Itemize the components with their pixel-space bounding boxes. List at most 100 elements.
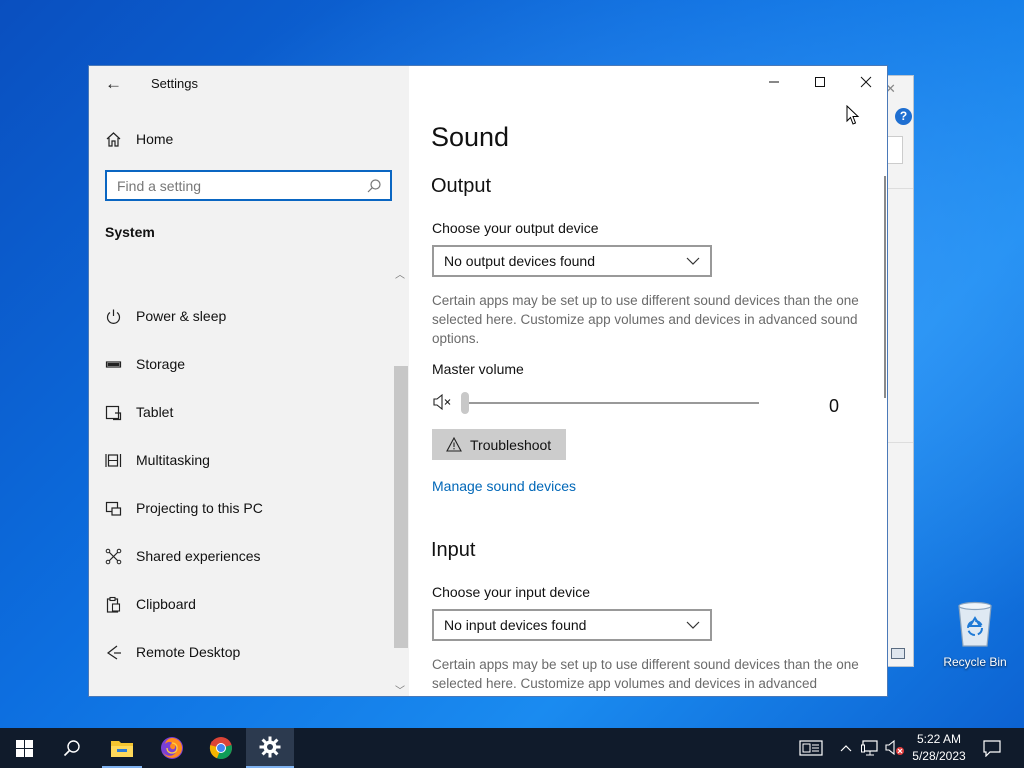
taskbar-chrome[interactable] bbox=[197, 728, 245, 768]
chrome-icon bbox=[209, 737, 232, 760]
troubleshoot-button[interactable]: Troubleshoot bbox=[432, 429, 566, 460]
sidebar-item-shared-experiences[interactable]: Shared experiences bbox=[105, 532, 263, 580]
taskbar-firefox[interactable] bbox=[148, 728, 196, 768]
warning-icon bbox=[446, 437, 462, 452]
input-device-dropdown[interactable]: No input devices found bbox=[432, 609, 712, 641]
scroll-down-icon[interactable]: ﹀ bbox=[395, 682, 405, 696]
maximize-button[interactable] bbox=[805, 72, 835, 92]
volume-status[interactable] bbox=[884, 738, 906, 758]
storage-icon bbox=[105, 360, 122, 368]
minimize-button[interactable] bbox=[759, 72, 789, 92]
volume-value: 0 bbox=[829, 396, 840, 416]
sidebar-item-clipboard[interactable]: Clipboard bbox=[105, 580, 263, 628]
volume-muted-icon bbox=[885, 739, 904, 756]
sidebar-item-label: Tablet bbox=[136, 404, 174, 420]
master-volume-label: Master volume bbox=[432, 361, 524, 377]
taskbar-clock[interactable]: 5:22 AM 5/28/2023 bbox=[908, 731, 970, 765]
close-icon bbox=[860, 76, 872, 88]
home-label: Home bbox=[136, 131, 174, 147]
sidebar-item-projecting[interactable]: Projecting to this PC bbox=[105, 484, 263, 532]
sidebar-item-label: Power & sleep bbox=[136, 308, 227, 324]
help-icon[interactable]: ? bbox=[895, 108, 912, 125]
mouse-cursor-icon bbox=[846, 105, 860, 125]
section-title: System bbox=[105, 224, 155, 240]
app-title: Settings bbox=[151, 76, 198, 91]
news-widget-button[interactable] bbox=[797, 738, 825, 758]
sidebar-item-home[interactable]: Home bbox=[105, 128, 173, 150]
show-hidden-icons-button[interactable] bbox=[838, 738, 854, 758]
sidebar-item-label: Multitasking bbox=[136, 452, 210, 468]
sidebar-scrollbar[interactable] bbox=[394, 366, 408, 648]
input-device-label: Choose your input device bbox=[432, 584, 590, 600]
search-icon bbox=[63, 740, 80, 757]
start-icon bbox=[15, 739, 33, 757]
output-heading: Output bbox=[431, 175, 492, 197]
taskbar-search-button[interactable] bbox=[48, 728, 96, 768]
chevron-down-icon bbox=[686, 257, 700, 265]
sidebar-item-remote-desktop[interactable]: Remote Desktop bbox=[105, 628, 263, 676]
volume-slider-track[interactable] bbox=[464, 402, 759, 404]
tablet-icon bbox=[105, 405, 122, 420]
chevron-up-icon bbox=[840, 745, 852, 752]
nav-list: Power & sleep Storage Tablet Multitaskin… bbox=[105, 292, 263, 676]
input-heading: Input bbox=[431, 539, 476, 561]
sidebar-item-label: Projecting to this PC bbox=[136, 500, 263, 516]
settings-icon bbox=[259, 736, 281, 758]
shared-experiences-icon bbox=[105, 548, 122, 564]
manage-sound-devices-link[interactable]: Manage sound devices bbox=[432, 478, 576, 494]
settings-window: ← Settings Home System ︿ ﹀ bbox=[88, 65, 888, 697]
notification-icon bbox=[983, 739, 1001, 757]
notifications-button[interactable] bbox=[980, 738, 1004, 758]
clipboard-icon bbox=[106, 596, 121, 613]
back-arrow-icon[interactable]: ← bbox=[105, 74, 122, 94]
sidebar-item-label: Remote Desktop bbox=[136, 644, 241, 660]
multitasking-icon bbox=[105, 453, 122, 467]
clock-date: 5/28/2023 bbox=[912, 749, 966, 763]
recycle-bin[interactable]: Recycle Bin bbox=[940, 600, 1010, 669]
volume-muted-icon[interactable] bbox=[432, 392, 454, 412]
troubleshoot-label: Troubleshoot bbox=[470, 436, 552, 453]
content-scrollbar[interactable] bbox=[884, 176, 886, 398]
output-description: Certain apps may be set up to use differ… bbox=[432, 293, 859, 346]
output-device-value: No output devices found bbox=[444, 253, 595, 269]
page-title: Sound bbox=[431, 122, 510, 152]
sidebar-item-multitasking[interactable]: Multitasking bbox=[105, 436, 263, 484]
network-icon bbox=[861, 740, 878, 756]
home-icon bbox=[106, 131, 121, 147]
recycle-bin-icon bbox=[958, 601, 992, 647]
clock-time: 5:22 AM bbox=[916, 732, 962, 746]
close-button[interactable] bbox=[851, 72, 881, 92]
sidebar-item-power-sleep[interactable]: Power & sleep bbox=[105, 292, 263, 340]
content-pane: Sound Output Choose your output device N… bbox=[409, 66, 887, 696]
sidebar-item-label: Storage bbox=[136, 356, 186, 372]
volume-slider-thumb[interactable] bbox=[461, 392, 469, 414]
background-window-icon bbox=[891, 648, 905, 659]
taskbar-settings[interactable] bbox=[246, 728, 294, 768]
search-box[interactable] bbox=[105, 170, 392, 201]
sidebar-item-label: Shared experiences bbox=[136, 548, 261, 564]
recycle-bin-label: Recycle Bin bbox=[943, 655, 1007, 669]
search-icon[interactable] bbox=[366, 178, 382, 194]
input-device-value: No input devices found bbox=[444, 617, 587, 633]
scroll-up-icon[interactable]: ︿ bbox=[395, 266, 405, 281]
master-volume-row: 0 bbox=[432, 392, 852, 416]
network-status[interactable] bbox=[860, 738, 882, 758]
chevron-down-icon bbox=[686, 621, 700, 629]
input-description: Certain apps may be set up to use differ… bbox=[432, 657, 859, 691]
sidebar: ← Settings Home System ︿ ﹀ bbox=[89, 66, 409, 696]
news-icon bbox=[799, 740, 823, 756]
start-button[interactable] bbox=[0, 728, 48, 768]
firefox-icon bbox=[161, 737, 183, 759]
file-explorer-icon bbox=[111, 741, 133, 757]
taskbar: 5:22 AM 5/28/2023 bbox=[0, 728, 1024, 768]
maximize-icon bbox=[815, 77, 825, 87]
taskbar-file-explorer[interactable] bbox=[98, 728, 146, 768]
sidebar-item-label: Clipboard bbox=[136, 596, 196, 612]
search-input[interactable] bbox=[107, 172, 366, 199]
power-icon bbox=[106, 309, 121, 324]
sidebar-item-tablet[interactable]: Tablet bbox=[105, 388, 263, 436]
sidebar-item-storage[interactable]: Storage bbox=[105, 340, 263, 388]
output-device-dropdown[interactable]: No output devices found bbox=[432, 245, 712, 277]
projecting-icon bbox=[105, 501, 122, 516]
minimize-icon bbox=[769, 81, 779, 83]
